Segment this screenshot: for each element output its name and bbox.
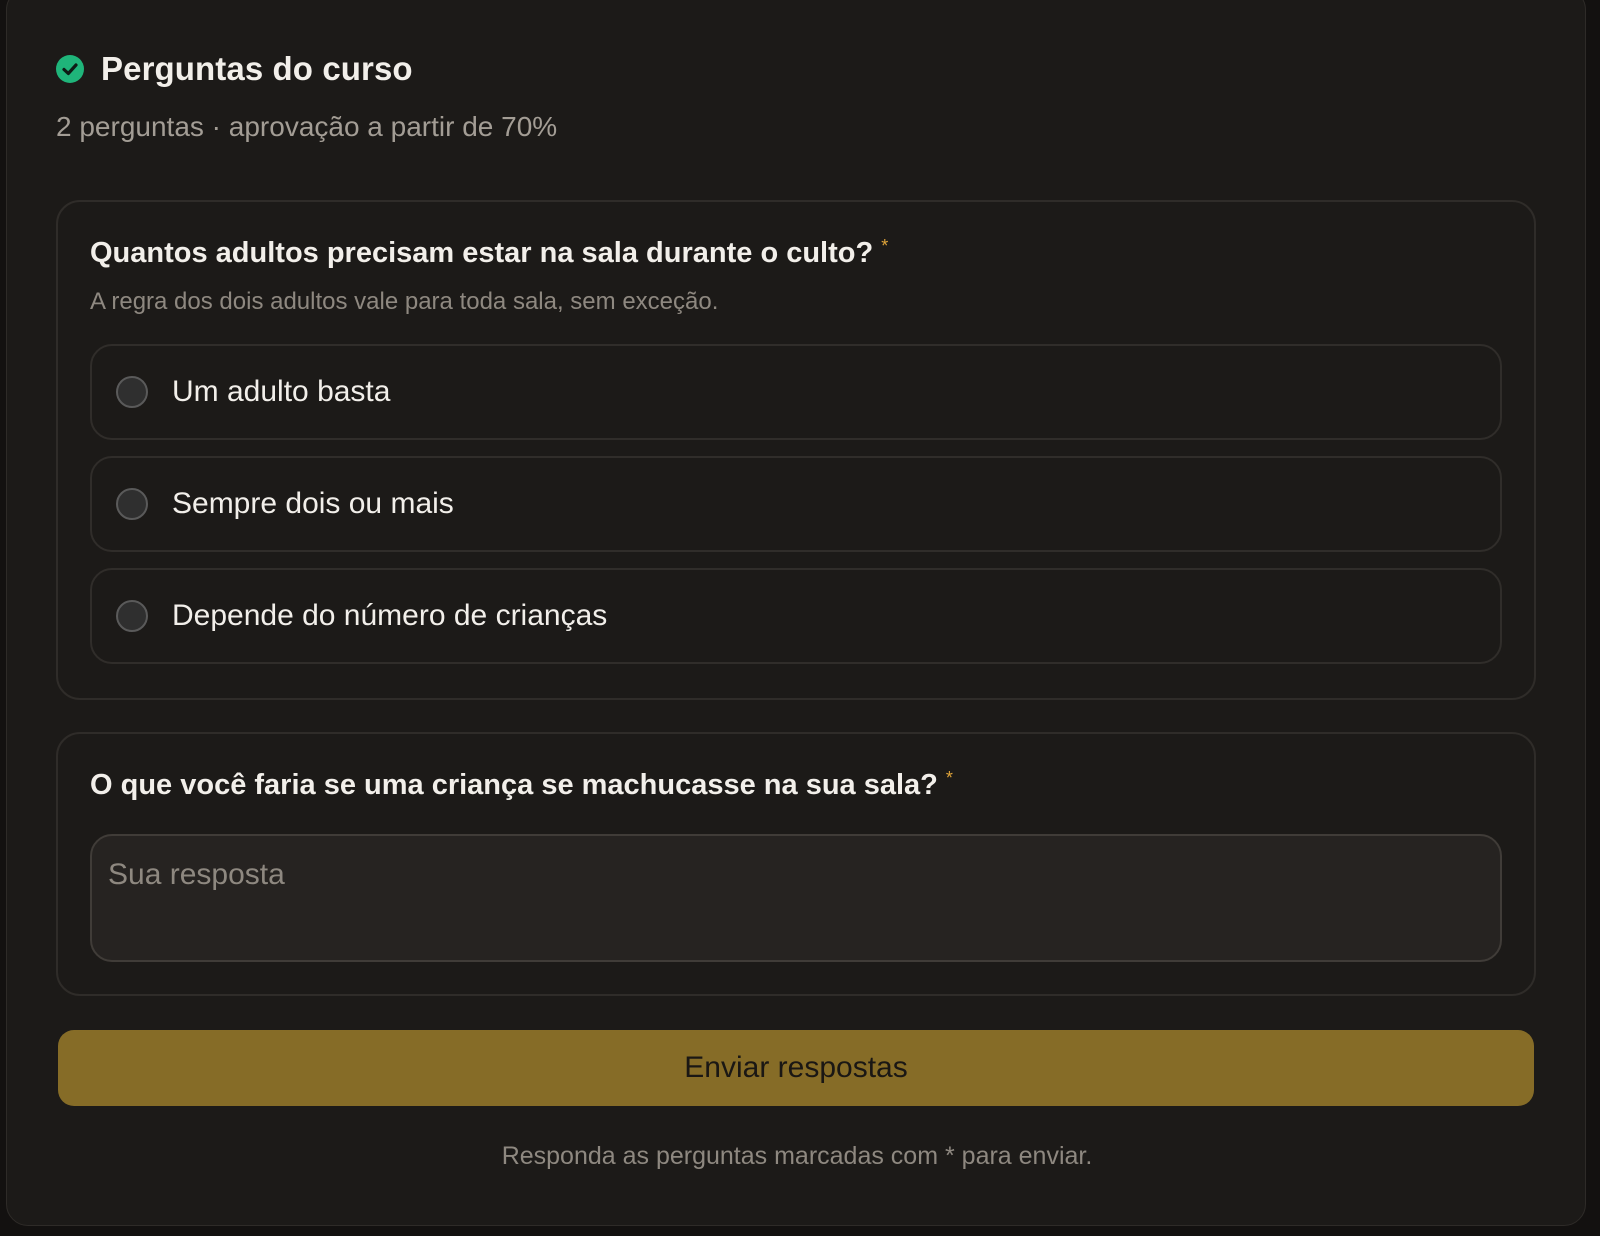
radio-button[interactable] (116, 488, 148, 520)
option-label: Depende do número de crianças (172, 599, 608, 632)
page-title: Perguntas do curso (101, 50, 413, 87)
radio-button[interactable] (116, 376, 148, 408)
required-marker: * (945, 768, 953, 788)
question-hint: A regra dos dois adultos vale para toda … (90, 288, 719, 315)
question-card-1: Quantos adultos precisam estar na sala d… (56, 200, 1536, 700)
option-label: Um adulto basta (172, 375, 391, 408)
answer-textarea[interactable] (90, 834, 1502, 962)
quiz-header: Perguntas do curso (56, 50, 413, 88)
option-depende-do-numero[interactable]: Depende do número de crianças (90, 568, 1502, 664)
question-title: O que você faria se uma criança se machu… (90, 768, 953, 801)
option-um-adulto-basta[interactable]: Um adulto basta (90, 344, 1502, 440)
question-card-2: O que você faria se uma criança se machu… (56, 732, 1536, 996)
required-marker: * (881, 236, 889, 256)
question-title: Quantos adultos precisam estar na sala d… (90, 236, 889, 269)
footnote: Responda as perguntas marcadas com * par… (501, 1142, 1093, 1170)
option-sempre-dois-ou-mais[interactable]: Sempre dois ou mais (90, 456, 1502, 552)
check-circle-icon (56, 55, 84, 83)
radio-button[interactable] (116, 600, 148, 632)
quiz-summary: 2 perguntas · aprovação a partir de 70% (56, 111, 558, 142)
option-label: Sempre dois ou mais (172, 487, 454, 520)
submit-button[interactable]: Enviar respostas (58, 1030, 1534, 1106)
